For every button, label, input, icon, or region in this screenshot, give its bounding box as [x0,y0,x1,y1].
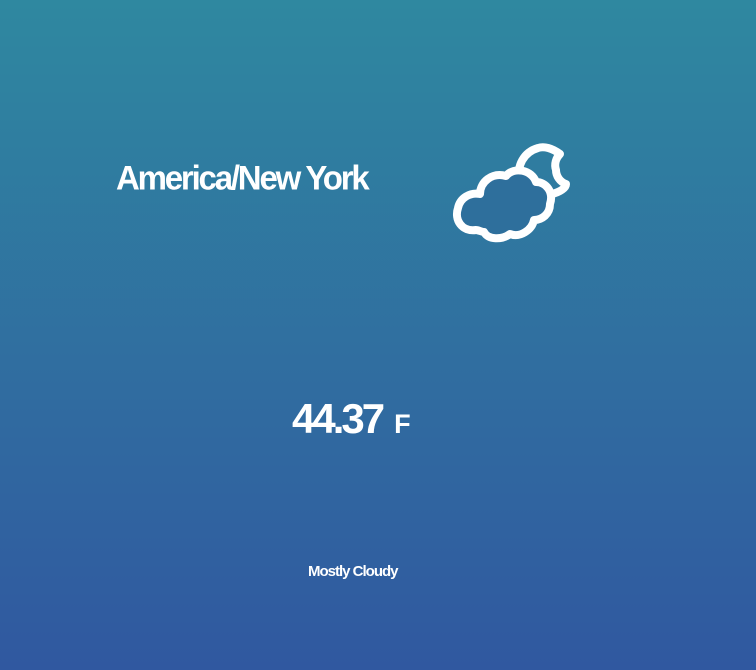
timezone-title: America/New York [116,157,370,197]
weather-summary: Mostly Cloudy [308,563,399,580]
temperature-value: 44.37 [292,395,385,442]
temperature-readout: 44.37 F [292,395,411,442]
temperature-unit: F [394,409,410,439]
partly-cloudy-night-icon [453,143,570,243]
